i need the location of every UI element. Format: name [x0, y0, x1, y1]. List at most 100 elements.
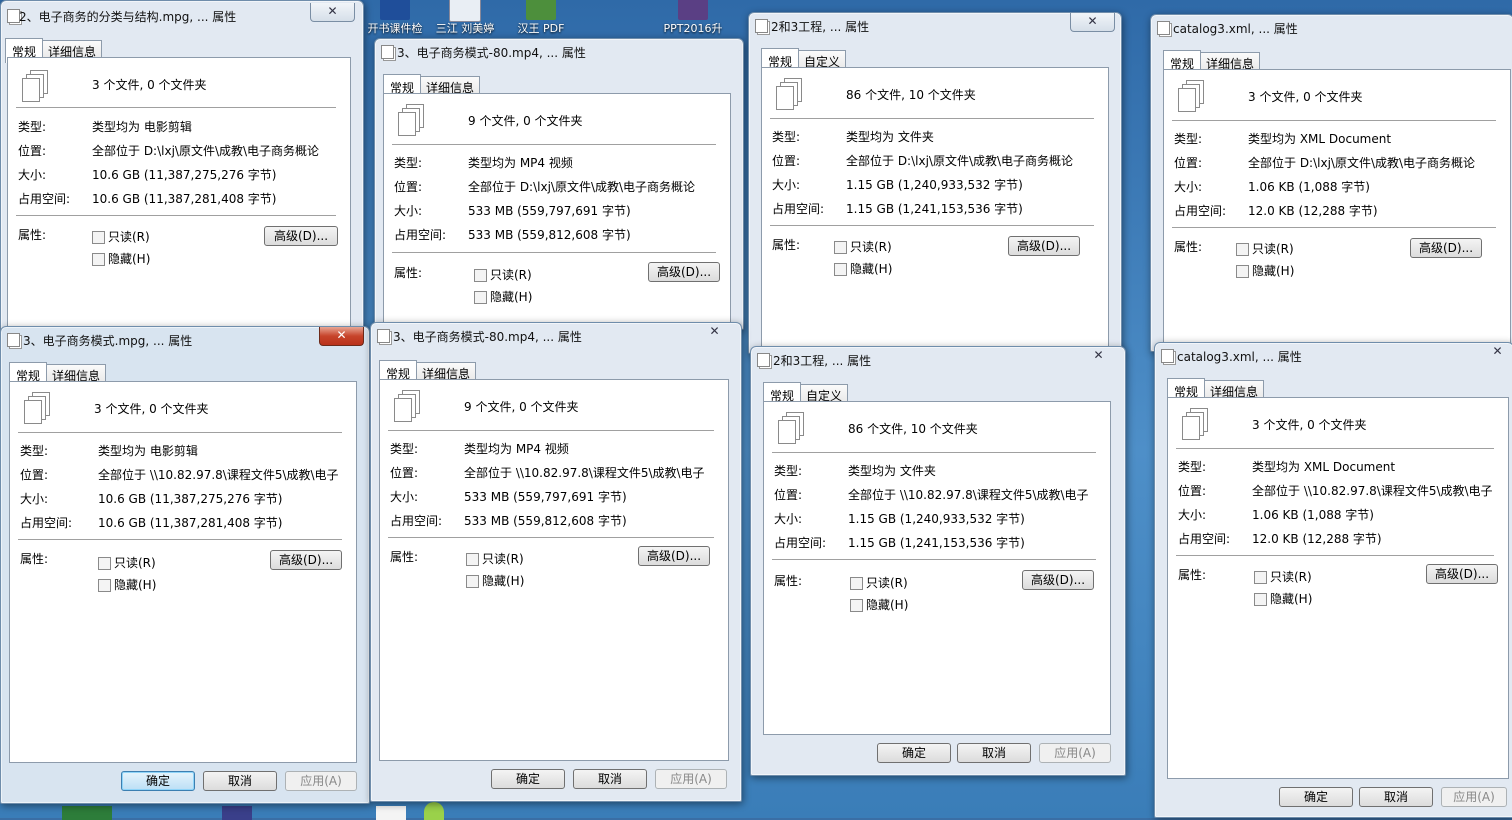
- location-value: 全部位于 \\10.82.97.8\课程文件5\成教\电子: [98, 468, 339, 482]
- location-value: 全部位于 D:\lxj\原文件\成教\电子商务概论: [92, 144, 320, 158]
- advanced-button[interactable]: 高级(D)...: [1426, 564, 1498, 584]
- checkbox-box[interactable]: [474, 269, 487, 282]
- cancel-button[interactable]: 取消: [1359, 787, 1433, 807]
- cancel-button[interactable]: 取消: [573, 769, 647, 789]
- checkbox-box[interactable]: [834, 263, 847, 276]
- properties-dialog[interactable]: catalog3.xml, ... 属性 ✕ 常规 详细信息 3 个文件, 0 个…: [1154, 342, 1512, 818]
- advanced-button[interactable]: 高级(D)...: [638, 546, 710, 566]
- readonly-checkbox[interactable]: 只读(R): [98, 554, 156, 571]
- size-value: 533 MB (559,797,691 字节): [464, 490, 627, 504]
- ok-button[interactable]: 确定: [121, 771, 195, 791]
- advanced-button[interactable]: 高级(D)...: [270, 550, 342, 570]
- title-bar[interactable]: 2和3工程, ... 属性 ✕: [751, 347, 1125, 371]
- title-bar[interactable]: 3、电子商务模式-80.mp4, ... 属性 ✕: [371, 323, 741, 347]
- hidden-checkbox[interactable]: 隐藏(H): [1236, 262, 1294, 279]
- file-count-summary: 9 个文件, 0 个文件夹: [464, 400, 579, 414]
- apply-button[interactable]: 应用(A): [1441, 787, 1507, 807]
- checkbox-box[interactable]: [850, 599, 863, 612]
- readonly-checkbox[interactable]: 只读(R): [466, 550, 524, 567]
- readonly-label: 只读(R): [1252, 242, 1294, 256]
- checkbox-box[interactable]: [1236, 243, 1249, 256]
- advanced-button[interactable]: 高级(D)...: [1008, 236, 1080, 256]
- title-bar[interactable]: 3、电子商务模式-80.mp4, ... 属性: [375, 39, 743, 63]
- close-button[interactable]: ✕: [693, 323, 736, 341]
- properties-icon: [7, 333, 20, 347]
- readonly-checkbox[interactable]: 只读(R): [92, 228, 150, 245]
- taskbar-leaf-icon[interactable]: [424, 802, 444, 820]
- size-on-disk-value: 12.0 KB (12,288 字节): [1248, 204, 1378, 218]
- ok-button[interactable]: 确定: [1279, 787, 1353, 807]
- properties-dialog[interactable]: catalog3.xml, ... 属性 常规 详细信息 3 个文件, 0 个文件…: [1150, 14, 1512, 352]
- apply-button[interactable]: 应用(A): [285, 771, 357, 791]
- hidden-checkbox[interactable]: 隐藏(H): [1254, 590, 1312, 607]
- checkbox-box[interactable]: [98, 579, 111, 592]
- checkbox-box[interactable]: [850, 577, 863, 590]
- advanced-button[interactable]: 高级(D)...: [1022, 570, 1094, 590]
- checkbox-box[interactable]: [92, 253, 105, 266]
- properties-dialog-active[interactable]: 3、电子商务模式.mpg, ... 属性 ✕ 常规 详细信息 3 个文件, 0 个…: [0, 326, 370, 804]
- file-count-summary: 9 个文件, 0 个文件夹: [468, 114, 583, 128]
- separator: [388, 537, 714, 538]
- hidden-checkbox[interactable]: 隐藏(H): [834, 260, 892, 277]
- readonly-checkbox[interactable]: 只读(R): [1236, 240, 1294, 257]
- advanced-button[interactable]: 高级(D)...: [264, 226, 338, 246]
- type-row: 类型: 类型均为 XML Document: [1178, 458, 1504, 476]
- properties-dialog[interactable]: 3、电子商务模式-80.mp4, ... 属性 ✕ 常规 详细信息 9 个文件, …: [370, 322, 742, 802]
- cancel-button[interactable]: 取消: [203, 771, 277, 791]
- checkbox-box[interactable]: [98, 557, 111, 570]
- close-button[interactable]: ✕: [1070, 13, 1115, 32]
- checkbox-box[interactable]: [474, 291, 487, 304]
- advanced-button[interactable]: 高级(D)...: [1410, 238, 1482, 258]
- ok-button[interactable]: 确定: [491, 769, 565, 789]
- title-bar[interactable]: 2和3工程, ... 属性 ✕: [749, 13, 1121, 37]
- hidden-checkbox[interactable]: 隐藏(H): [98, 576, 156, 593]
- hidden-checkbox[interactable]: 隐藏(H): [466, 572, 524, 589]
- checkbox-box[interactable]: [1236, 265, 1249, 278]
- title-bar[interactable]: catalog3.xml, ... 属性: [1151, 15, 1512, 39]
- properties-dialog[interactable]: 2、电子商务的分类与结构.mpg, ... 属性 ✕ 常规 详细信息 3 个文件,…: [0, 0, 364, 334]
- apply-button[interactable]: 应用(A): [655, 769, 727, 789]
- readonly-checkbox[interactable]: 只读(R): [474, 266, 532, 283]
- readonly-checkbox[interactable]: 只读(R): [850, 574, 908, 591]
- close-button[interactable]: ✕: [1077, 347, 1120, 365]
- desktop-icon-archive[interactable]: PPT2016升: [664, 0, 722, 35]
- size-on-disk-label: 占用空间:: [394, 228, 447, 242]
- ok-button[interactable]: 确定: [877, 743, 951, 763]
- hidden-checkbox[interactable]: 隐藏(H): [474, 288, 532, 305]
- cancel-button[interactable]: 取消: [957, 743, 1031, 763]
- close-button[interactable]: ✕: [310, 3, 355, 22]
- general-tab-panel: 3 个文件, 0 个文件夹 类型: 类型均为 XML Document 位置: 全部…: [1163, 69, 1511, 351]
- title-bar[interactable]: 2、电子商务的分类与结构.mpg, ... 属性 ✕: [1, 3, 363, 27]
- hidden-checkbox[interactable]: 隐藏(H): [850, 596, 908, 613]
- advanced-button[interactable]: 高级(D)...: [648, 262, 720, 282]
- type-label: 类型:: [18, 120, 47, 134]
- apply-button[interactable]: 应用(A): [1039, 743, 1111, 763]
- checkbox-box[interactable]: [1254, 593, 1267, 606]
- readonly-label: 只读(R): [866, 576, 908, 590]
- desktop-icon-document[interactable]: 三江 刘美婷: [436, 0, 494, 35]
- checkbox-box[interactable]: [92, 231, 105, 244]
- size-on-disk-row: 占用空间: 533 MB (559,812,608 字节): [390, 512, 724, 530]
- checkbox-box[interactable]: [834, 241, 847, 254]
- location-value: 全部位于 D:\lxj\原文件\成教\电子商务概论: [846, 154, 1074, 168]
- checkbox-box[interactable]: [1254, 571, 1267, 584]
- close-button[interactable]: ✕: [1476, 343, 1512, 361]
- checkbox-box[interactable]: [466, 575, 479, 588]
- properties-dialog[interactable]: 2和3工程, ... 属性 ✕ 常规 自定义 86 个文件, 10 个文件夹 类型…: [750, 346, 1126, 776]
- size-on-disk-label: 占用空间:: [18, 192, 71, 206]
- properties-dialog[interactable]: 2和3工程, ... 属性 ✕ 常规 自定义 86 个文件, 10 个文件夹 类型…: [748, 12, 1122, 354]
- hidden-checkbox[interactable]: 隐藏(H): [92, 250, 150, 267]
- desktop-icon-pdf[interactable]: 汉王 PDF: [518, 0, 564, 35]
- desktop-icon-word[interactable]: 开书课件检: [368, 0, 423, 35]
- close-button[interactable]: ✕: [319, 327, 364, 346]
- readonly-checkbox[interactable]: 只读(R): [1254, 568, 1312, 585]
- properties-dialog[interactable]: 3、电子商务模式-80.mp4, ... 属性 常规 详细信息 9 个文件, 0 …: [374, 38, 744, 330]
- window-title: 3、电子商务模式.mpg, ... 属性: [23, 334, 193, 348]
- title-bar[interactable]: catalog3.xml, ... 属性 ✕: [1155, 343, 1512, 367]
- location-value: 全部位于 \\10.82.97.8\课程文件5\成教\电子: [464, 466, 705, 480]
- title-bar[interactable]: 3、电子商务模式.mpg, ... 属性 ✕: [1, 327, 369, 351]
- size-on-disk-row: 占用空间: 533 MB (559,812,608 字节): [394, 226, 726, 244]
- checkbox-box[interactable]: [466, 553, 479, 566]
- type-row: 类型: 类型均为 文件夹: [774, 462, 1106, 480]
- readonly-checkbox[interactable]: 只读(R): [834, 238, 892, 255]
